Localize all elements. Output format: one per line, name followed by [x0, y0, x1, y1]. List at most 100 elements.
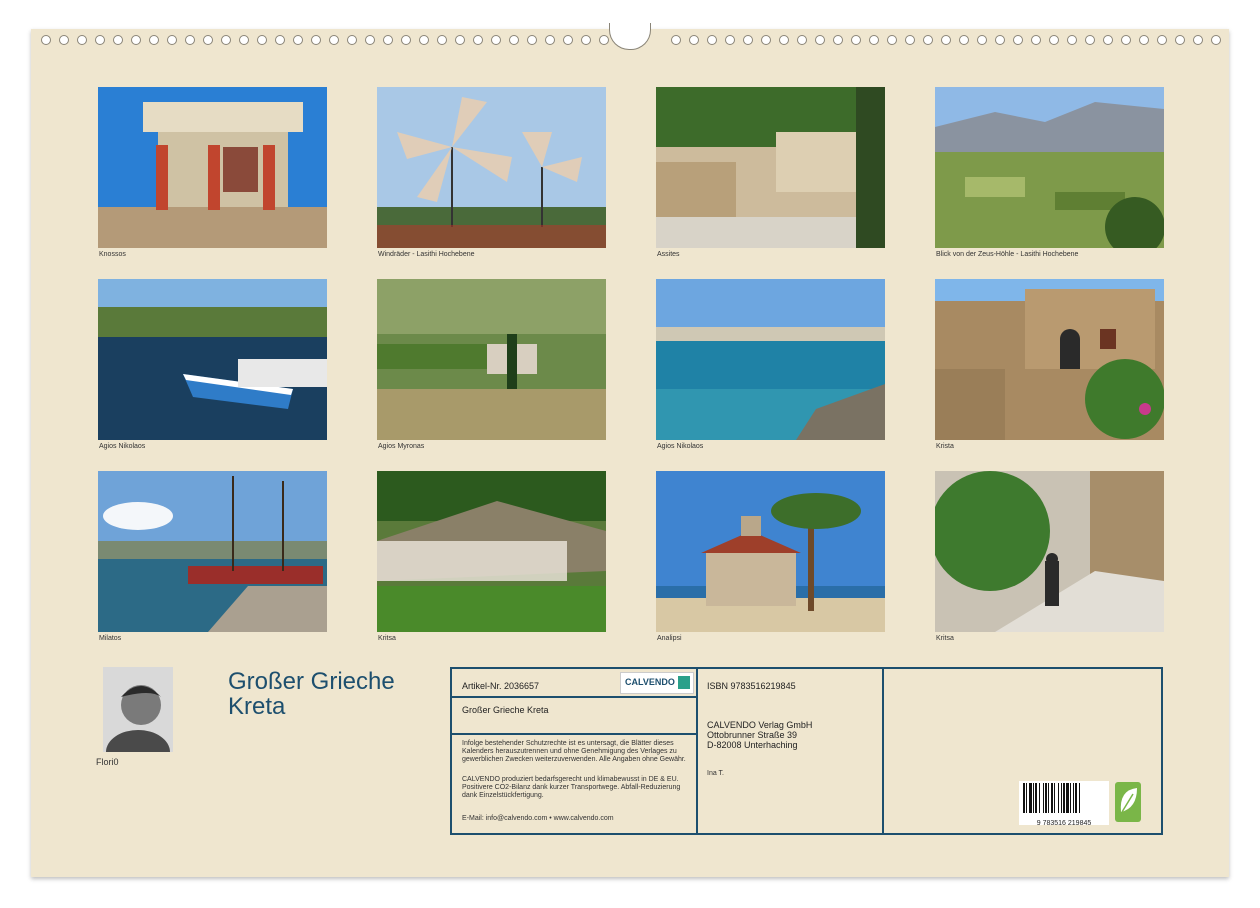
photo-assites [656, 87, 885, 248]
binding-hole [995, 35, 1005, 45]
photo-lasithi-plateau [935, 87, 1164, 248]
barcode-bar [1073, 783, 1074, 813]
binding-hole [1013, 35, 1023, 45]
publisher-street: Ottobrunner Straße 39 [707, 730, 798, 740]
isbn: ISBN 9783516219845 [707, 681, 796, 691]
binding-hole [59, 35, 69, 45]
photo-agios-myronas [377, 279, 606, 440]
binding-hole [527, 35, 537, 45]
binding-hole [77, 35, 87, 45]
binding-hole [95, 35, 105, 45]
photo-caption: Milatos [99, 635, 122, 642]
binding-hole [1085, 35, 1095, 45]
binding-hole [437, 35, 447, 45]
photo-caption: Agios Myronas [378, 443, 425, 450]
binding-hole [833, 35, 843, 45]
barcode-bar [1058, 783, 1059, 813]
barcode-bar [1035, 783, 1037, 813]
barcode-bar [1045, 783, 1047, 813]
publisher-city: D-82008 Unterhaching [707, 740, 798, 750]
contact-email: E-Mail: info@calvendo.com • www.calvendo… [462, 815, 614, 822]
photo-caption: Agios Nikolaos [99, 443, 146, 450]
author-portrait [103, 667, 173, 752]
binding-hole [599, 35, 609, 45]
binding-hole [383, 35, 393, 45]
binding-hole [455, 35, 465, 45]
binding-hole [1175, 35, 1185, 45]
barcode-bar [1039, 783, 1040, 813]
barcode-bar [1051, 783, 1053, 813]
binding-hole [41, 35, 51, 45]
info-box: Artikel-Nr. 2036657 CALVENDO Großer Grie… [450, 667, 1163, 835]
binding-hole [113, 35, 123, 45]
photo-caption: Knossos [99, 251, 126, 258]
barcode-bar [1023, 783, 1025, 813]
binding-hole [1139, 35, 1149, 45]
logo-mark-icon [678, 676, 690, 689]
photo-kritsa-street [935, 471, 1164, 632]
binding-hole [257, 35, 267, 45]
photo-knossos [98, 87, 327, 248]
binding-hole [491, 35, 501, 45]
binding-hole [941, 35, 951, 45]
binding-hole [275, 35, 285, 45]
binding-hole [419, 35, 429, 45]
author-name: Flori0 [96, 757, 119, 767]
barcode-bar [1070, 783, 1071, 813]
photo-caption: Blick von der Zeus-Höhle - Lasithi Hoche… [936, 251, 1079, 258]
binding-hole [761, 35, 771, 45]
binding-hole [149, 35, 159, 45]
binding-hole [1067, 35, 1077, 45]
binding-hole [1193, 35, 1203, 45]
binding-hole [329, 35, 339, 45]
binding-hole [509, 35, 519, 45]
binding-hole [347, 35, 357, 45]
barcode-bar [1054, 783, 1055, 813]
binding-hole [815, 35, 825, 45]
binding-hole [365, 35, 375, 45]
binding-hole [545, 35, 555, 45]
binding-hole [167, 35, 177, 45]
barcode-bar [1026, 783, 1027, 813]
binding-hole [797, 35, 807, 45]
publisher-name: CALVENDO Verlag GmbH [707, 720, 813, 730]
publisher-address: CALVENDO Verlag GmbH Ottobrunner Straße … [707, 720, 812, 750]
calvendo-logo: CALVENDO [620, 672, 694, 694]
photo-caption: Analipsi [657, 635, 682, 642]
binding-hole [239, 35, 249, 45]
photo-caption: Krista [936, 443, 954, 450]
binding-hole [689, 35, 699, 45]
barcode-bar [1066, 783, 1069, 813]
barcode-bar [1061, 783, 1062, 813]
binding-hole [563, 35, 573, 45]
calendar-title: Großer Grieche Kreta [228, 669, 395, 719]
binding-hole [1049, 35, 1059, 45]
binding-hole [1157, 35, 1167, 45]
binding-hole [1103, 35, 1113, 45]
title-line-1: Großer Grieche [228, 668, 395, 695]
binding-hole [869, 35, 879, 45]
binding-hole [959, 35, 969, 45]
product-name: Großer Grieche Kreta [462, 705, 549, 715]
binding-hole [203, 35, 213, 45]
photo-agios-nikolaos-2 [656, 279, 885, 440]
barcode-number: 9 783516 219845 [1036, 820, 1092, 827]
logo-text: CALVENDO [625, 677, 675, 687]
photo-caption: Agios Nikolaos [657, 443, 704, 450]
binding-hole [473, 35, 483, 45]
eco-leaf-icon [1115, 782, 1141, 822]
binding-hole [977, 35, 987, 45]
photo-caption: Kritsa [378, 635, 396, 642]
barcode-bar [1043, 783, 1044, 813]
article-number: Artikel-Nr. 2036657 [462, 681, 540, 691]
photo-kritsa-village [377, 471, 606, 632]
binding-hole [887, 35, 897, 45]
photo-analipsi [656, 471, 885, 632]
legal-notice: Infolge bestehender Schutzrechte ist es … [462, 740, 686, 763]
binding-hole [401, 35, 411, 45]
calendar-sheet: Knossos Windräder - Lasithi Hochebene As… [31, 23, 1229, 877]
photographer-credit: Ina T. [707, 770, 724, 777]
binding-hole [743, 35, 753, 45]
binding-hole [725, 35, 735, 45]
binding-hole [1031, 35, 1041, 45]
